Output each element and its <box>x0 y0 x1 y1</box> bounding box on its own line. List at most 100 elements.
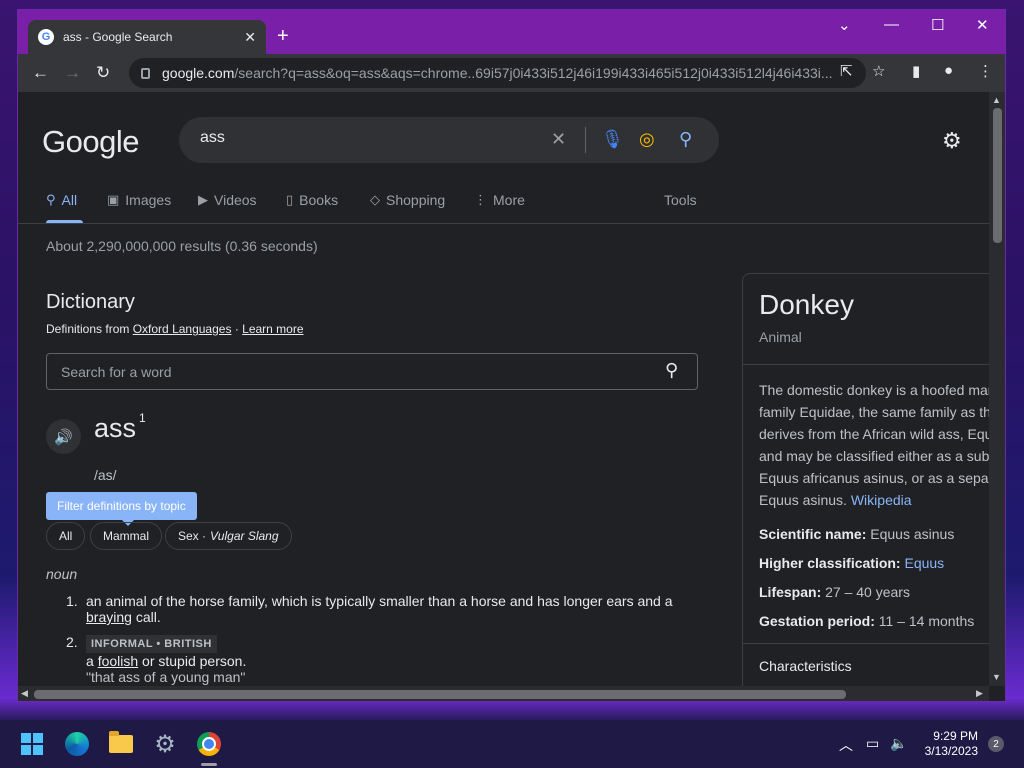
menu-dots-icon[interactable]: ⋮ <box>978 62 993 80</box>
side-panel-icon[interactable]: ▮ <box>912 62 920 80</box>
tab-more[interactable]: ⋮ More <box>474 192 525 208</box>
close-window-button[interactable]: ✕ <box>976 16 989 34</box>
windows-logo-icon <box>21 733 43 755</box>
tab-videos[interactable]: ▶ Videos <box>198 192 257 208</box>
fact-scientific-name: Scientific name: Equus asinus <box>759 526 955 542</box>
share-icon[interactable]: ⇱ <box>840 62 853 80</box>
video-icon: ▶ <box>198 192 208 207</box>
chip-all[interactable]: All <box>46 522 86 550</box>
chrome-app[interactable] <box>195 730 223 758</box>
fact-lifespan: Lifespan: 27 – 40 years <box>759 584 910 600</box>
forward-button[interactable]: → <box>64 63 81 83</box>
kp-divider <box>743 643 989 644</box>
equus-link[interactable]: Equus <box>904 555 944 571</box>
tools-button[interactable]: Tools <box>664 192 697 208</box>
search-divider <box>585 127 586 153</box>
dictionary-search-input[interactable] <box>61 364 621 380</box>
clock[interactable]: 9:29 PM 3/13/2023 <box>918 729 978 759</box>
horizontal-scrollbar[interactable]: ◀ ▶ <box>18 686 989 701</box>
search-icon[interactable]: ⚲ <box>679 129 692 150</box>
start-button[interactable] <box>18 730 46 758</box>
register-tag: INFORMAL • BRITISH <box>86 635 217 653</box>
vertical-scroll-thumb[interactable] <box>993 108 1002 243</box>
scroll-left-icon[interactable]: ◀ <box>21 688 28 699</box>
edge-app[interactable] <box>63 730 91 758</box>
characteristics-expander[interactable]: Characteristics <box>759 658 852 674</box>
lens-camera-icon[interactable]: ◎ <box>639 129 655 150</box>
browser-window: G ass - Google Search ✕ + ⌄ — ☐ ✕ ← → ↻ … <box>17 9 1006 702</box>
search-results-page: Google ✕ 🎙 ◎ ⚲ ⚙ ⚲All ▣Images ▶Videos ▯B… <box>18 92 989 686</box>
browser-toolbar: ← → ↻ google.com/search?q=ass&oq=ass&aqs… <box>18 54 1005 92</box>
google-logo[interactable]: Google <box>42 124 139 160</box>
settings-app[interactable]: ⚙ <box>151 730 179 758</box>
dots-icon: ⋮ <box>474 192 487 207</box>
profile-icon[interactable]: ● <box>944 62 953 79</box>
new-tab-button[interactable]: + <box>277 24 289 48</box>
chip-mammal[interactable]: Mammal <box>90 522 163 550</box>
lock-icon[interactable] <box>141 67 150 79</box>
chrome-icon <box>197 732 221 756</box>
search-icon: ⚲ <box>46 192 56 207</box>
file-explorer-app[interactable] <box>107 730 135 758</box>
search-box[interactable]: ✕ 🎙 ◎ ⚲ <box>179 117 719 163</box>
address-bar[interactable]: google.com/search?q=ass&oq=ass&aqs=chrom… <box>129 58 866 88</box>
chip-sex-vulgar-slang[interactable]: Sex · Vulgar Slang <box>165 522 292 550</box>
speaker-icon[interactable]: 🔊 <box>46 419 81 454</box>
settings-gear-icon[interactable]: ⚙ <box>942 128 962 154</box>
bookmark-star-icon[interactable]: ☆ <box>872 62 885 80</box>
image-icon: ▣ <box>107 192 120 207</box>
dictionary-heading: Dictionary <box>46 291 135 313</box>
dictionary-source: Definitions from Oxford Languages · Lear… <box>46 322 304 336</box>
kp-divider <box>743 364 989 365</box>
scroll-up-icon[interactable]: ▲ <box>992 95 1001 105</box>
clock-time: 9:29 PM <box>933 729 978 743</box>
back-button[interactable]: ← <box>32 63 49 83</box>
title-bar: G ass - Google Search ✕ + ⌄ — ☐ ✕ <box>18 10 1005 54</box>
search-input[interactable] <box>200 129 520 147</box>
example-sentence: "that ass of a young man" <box>86 669 246 685</box>
taskbar: ⚙ ︿ ▭ 🔈 9:29 PM 3/13/2023 2 <box>0 720 1024 768</box>
filter-definitions-tooltip: Filter definitions by topic <box>46 492 197 526</box>
tab-search-chevron-icon[interactable]: ⌄ <box>838 16 851 34</box>
foolish-link[interactable]: foolish <box>98 653 138 669</box>
reload-button[interactable]: ↻ <box>96 63 110 83</box>
learn-more-link[interactable]: Learn more <box>242 322 303 336</box>
browser-tab[interactable]: G ass - Google Search ✕ <box>28 20 266 54</box>
minimize-button[interactable]: — <box>884 16 899 33</box>
fact-gestation-period: Gestation period: 11 – 14 months <box>759 613 975 629</box>
volume-icon[interactable]: 🔈 <box>890 735 907 752</box>
knowledge-panel: Donkey Animal The domestic donkey is a h… <box>742 273 989 686</box>
network-icon[interactable]: ▭ <box>866 735 879 752</box>
microphone-icon[interactable]: 🎙 <box>601 129 624 150</box>
clock-date: 3/13/2023 <box>924 744 978 758</box>
dictionary-search-box[interactable]: ⚲ <box>46 353 698 390</box>
result-stats: About 2,290,000,000 results (0.36 second… <box>46 238 318 254</box>
scroll-right-icon[interactable]: ▶ <box>976 688 983 699</box>
wikipedia-link[interactable]: Wikipedia <box>851 492 912 508</box>
headword: ass 1 <box>94 411 146 443</box>
tab-shopping[interactable]: ◇ Shopping <box>370 192 445 208</box>
tab-all[interactable]: ⚲ All <box>46 192 77 208</box>
phonetic: /as/ <box>94 467 117 483</box>
fact-higher-classification: Higher classification: Equus <box>759 555 945 571</box>
horizontal-scroll-thumb[interactable] <box>34 690 846 699</box>
part-of-speech: noun <box>46 566 78 582</box>
gear-icon: ⚙ <box>154 730 176 758</box>
tab-images[interactable]: ▣ Images <box>107 192 171 208</box>
url-text[interactable]: google.com/search?q=ass&oq=ass&aqs=chrom… <box>162 65 854 81</box>
active-app-indicator <box>201 763 217 766</box>
clear-icon[interactable]: ✕ <box>551 129 566 150</box>
close-tab-icon[interactable]: ✕ <box>244 29 256 46</box>
show-hidden-icons-chevron-icon[interactable]: ︿ <box>839 735 853 755</box>
kp-title: Donkey <box>759 289 854 320</box>
scroll-down-icon[interactable]: ▼ <box>992 672 1001 682</box>
braying-link[interactable]: braying <box>86 609 132 625</box>
edge-icon <box>65 732 89 756</box>
tab-books[interactable]: ▯ Books <box>286 192 338 208</box>
vertical-scrollbar[interactable]: ▲ ▼ <box>989 92 1005 686</box>
maximize-button[interactable]: ☐ <box>931 16 944 34</box>
kp-description: The domestic donkey is a hoofed mam fami… <box>759 382 989 508</box>
search-icon[interactable]: ⚲ <box>665 360 678 381</box>
notification-badge[interactable]: 2 <box>988 736 1004 752</box>
oxford-languages-link[interactable]: Oxford Languages <box>133 322 232 336</box>
